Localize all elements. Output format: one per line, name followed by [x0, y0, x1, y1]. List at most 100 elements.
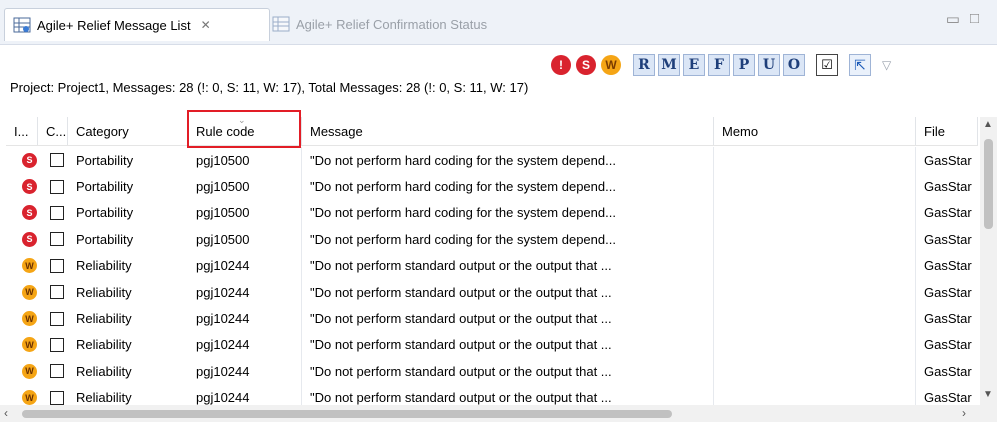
maximize-icon[interactable]: □: [970, 10, 979, 28]
vertical-scroll-thumb[interactable]: [984, 139, 993, 229]
confirm-cell: [38, 305, 68, 331]
column-header-message[interactable]: Message: [302, 117, 714, 145]
rule-code-cell: pgj10244: [188, 252, 302, 279]
memo-cell[interactable]: [714, 252, 916, 279]
w-severity-icon: W: [22, 311, 37, 327]
error-filter-button[interactable]: !: [550, 54, 572, 76]
filter-m-button[interactable]: M: [658, 54, 680, 76]
confirm-checkbox[interactable]: [50, 258, 64, 273]
s-severity-icon: S: [576, 55, 596, 75]
table-row[interactable]: S Portability pgj10500 "Do not perform hard…: [6, 173, 978, 200]
s-severity-icon: S: [22, 205, 37, 221]
export-icon[interactable]: ⇱: [849, 54, 871, 76]
memo-cell[interactable]: [714, 305, 916, 332]
file-cell: GasStar: [924, 390, 972, 406]
scroll-corner: [980, 405, 997, 422]
vertical-scrollbar[interactable]: ▲ ▼: [980, 117, 997, 405]
message-cell: "Do not perform standard output or the o…: [302, 384, 714, 407]
w-severity-icon: W: [22, 390, 37, 406]
confirm-cell: [38, 385, 68, 407]
memo-cell[interactable]: [714, 384, 916, 407]
scroll-right-icon[interactable]: ›: [962, 406, 966, 420]
scroll-down-icon[interactable]: ▼: [983, 389, 993, 400]
tab-confirmation-status[interactable]: Agile+ Relief Confirmation Status: [266, 8, 487, 40]
table-row[interactable]: W Reliability pgj10244 "Do not perform stan…: [6, 384, 978, 407]
column-header-file[interactable]: File: [916, 117, 978, 145]
message-cell: "Do not perform hard coding for the syst…: [302, 173, 714, 200]
table-row[interactable]: W Reliability pgj10244 "Do not perform stan…: [6, 279, 978, 306]
category-cell: Portability: [76, 152, 134, 168]
confirm-checkbox[interactable]: [50, 285, 64, 300]
rule-code-cell: pgj10500: [188, 199, 302, 227]
importance-cell: W: [6, 279, 38, 305]
minimize-icon[interactable]: ▭: [946, 10, 960, 28]
memo-cell[interactable]: [714, 147, 916, 174]
filter-f-button[interactable]: F: [708, 54, 730, 76]
s-severity-icon: S: [22, 231, 37, 247]
horizontal-scrollbar[interactable]: ‹ ›: [0, 405, 980, 422]
table-row[interactable]: W Reliability pgj10244 "Do not perform stan…: [6, 358, 978, 385]
importance-cell: S: [6, 226, 38, 252]
table-row[interactable]: W Reliability pgj10244 "Do not perform stan…: [6, 305, 978, 332]
column-header-memo[interactable]: Memo: [714, 117, 916, 145]
memo-cell[interactable]: [714, 279, 916, 306]
column-header-category[interactable]: Category: [68, 117, 188, 145]
view-menu-icon[interactable]: ▽: [882, 58, 891, 72]
horizontal-scroll-thumb[interactable]: [22, 410, 672, 418]
category-cell: Portability: [76, 205, 134, 221]
rule-code-cell: pgj10244: [188, 305, 302, 332]
table-row[interactable]: W Reliability pgj10244 "Do not perform stan…: [6, 252, 978, 279]
memo-cell[interactable]: [714, 199, 916, 227]
table-header: I... C... Category ⌄ Rule code Message M…: [6, 117, 978, 146]
memo-cell[interactable]: [714, 358, 916, 385]
tab-message-list[interactable]: Agile+ Relief Message List ✕: [4, 8, 270, 41]
table-row[interactable]: S Portability pgj10500 "Do not perform hard…: [6, 226, 978, 253]
importance-cell: W: [6, 305, 38, 331]
scroll-left-icon[interactable]: ‹: [4, 406, 8, 420]
memo-cell[interactable]: [714, 331, 916, 359]
importance-cell: S: [6, 200, 38, 226]
message-cell: "Do not perform hard coding for the syst…: [302, 199, 714, 227]
table-row[interactable]: S Portability pgj10500 "Do not perform hard…: [6, 199, 978, 227]
file-cell: GasStar: [924, 337, 972, 353]
file-cell: GasStar: [924, 284, 972, 300]
w-filter-button[interactable]: W: [600, 54, 622, 76]
file-cell: GasStar: [924, 152, 972, 168]
w-severity-icon: W: [601, 55, 621, 75]
confirm-checkbox-button[interactable]: ☑: [816, 54, 838, 76]
s-filter-button[interactable]: S: [575, 54, 597, 76]
confirm-checkbox[interactable]: [50, 337, 64, 352]
confirm-cell: [38, 253, 68, 279]
rule-code-highlight: [187, 110, 301, 148]
table-row[interactable]: S Portability pgj10500 "Do not perform hard…: [6, 147, 978, 174]
memo-cell[interactable]: [714, 226, 916, 253]
confirm-checkbox[interactable]: [50, 153, 64, 168]
importance-cell: S: [6, 147, 38, 173]
filter-r-button[interactable]: R: [633, 54, 655, 76]
filter-o-button[interactable]: O: [783, 54, 805, 76]
column-header-importance[interactable]: I...: [6, 117, 38, 145]
w-severity-icon: W: [22, 363, 37, 379]
confirm-checkbox[interactable]: [50, 179, 64, 194]
confirm-checkbox[interactable]: [50, 232, 64, 247]
confirm-checkbox[interactable]: [50, 364, 64, 379]
file-cell: GasStar: [924, 363, 972, 379]
confirm-cell: [38, 279, 68, 305]
filter-e-button[interactable]: E: [683, 54, 705, 76]
toolbar: ! S W R M E F P U O ☑ ⇱ ▽: [550, 53, 891, 77]
confirm-checkbox[interactable]: [50, 390, 64, 405]
file-cell: GasStar: [924, 179, 972, 195]
importance-cell: W: [6, 332, 38, 358]
table-row[interactable]: W Reliability pgj10244 "Do not perform stan…: [6, 331, 978, 359]
confirm-checkbox[interactable]: [50, 311, 64, 326]
memo-cell[interactable]: [714, 173, 916, 200]
scroll-up-icon[interactable]: ▲: [983, 119, 993, 130]
filter-p-button[interactable]: P: [733, 54, 755, 76]
message-summary: Project: Project1, Messages: 28 (!: 0, S…: [10, 80, 529, 95]
confirm-checkbox[interactable]: [50, 205, 64, 220]
filter-u-button[interactable]: U: [758, 54, 780, 76]
column-header-confirmed[interactable]: C...: [38, 117, 68, 145]
view-tab-bar: Agile+ Relief Message List ✕ Agile+ Reli…: [0, 0, 997, 45]
close-icon[interactable]: ✕: [201, 18, 211, 32]
message-cell: "Do not perform standard output or the o…: [302, 252, 714, 279]
